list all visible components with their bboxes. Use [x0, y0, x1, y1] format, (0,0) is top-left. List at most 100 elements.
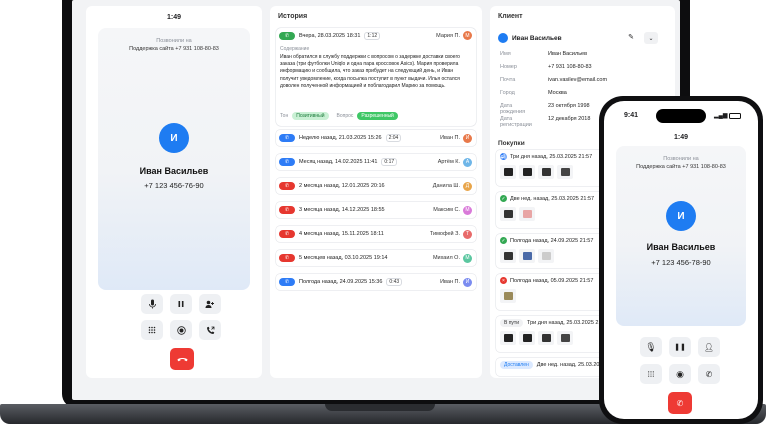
called-label: Позвонили на	[156, 38, 192, 44]
field-value: ivan.vasilev@email.com	[548, 77, 608, 83]
caller-phone: +7 123 456-76-90	[144, 181, 204, 190]
agent-name: Иван П.	[440, 135, 460, 141]
transfer-call-icon: ✆	[705, 369, 713, 379]
field-key: Имя	[500, 51, 511, 57]
incoming-call-icon: ✆	[279, 134, 295, 142]
agent-name: Данила Ш.	[432, 183, 460, 189]
phone-caller-phone: +7 123 456-78-90	[651, 258, 711, 267]
caller-card: Позвонили на Поддержка сайта +7 931 108-…	[98, 28, 250, 290]
battery-icon	[729, 112, 742, 119]
laptop-frame: 1:49 Позвонили на Поддержка сайта +7 931…	[62, 0, 690, 408]
keypad-button[interactable]	[141, 320, 163, 340]
check-icon: ✓	[500, 195, 507, 202]
field-value: Москва	[548, 90, 567, 96]
phone-called-line: Поддержка сайта +7 931 108-80-83	[636, 164, 726, 170]
product-thumbnail	[500, 249, 516, 263]
product-thumbnail	[557, 331, 573, 345]
hold-button[interactable]	[170, 294, 192, 314]
product-thumbnail	[500, 331, 516, 345]
incoming-call-icon: ✆	[279, 158, 295, 166]
history-row[interactable]: ✆ Неделю назад, 21.03.2025 15:26 2:04 Иван …	[276, 130, 476, 146]
client-name: Иван Васильев	[512, 34, 562, 42]
incoming-call-icon: ✆	[279, 278, 295, 286]
client-avatar	[498, 33, 508, 43]
status-clock: 9:41	[624, 112, 639, 119]
phone-keypad-button[interactable]: ⁞⁞⁞	[640, 364, 662, 384]
agent-avatar: А	[463, 157, 472, 167]
phone-hang-up-button[interactable]: ✆	[668, 392, 692, 414]
agent-name: Максим С.	[433, 207, 460, 213]
history-title: История	[278, 13, 308, 20]
keypad-icon: ⁞⁞⁞	[647, 369, 655, 379]
question-label: Вопрос	[336, 113, 354, 119]
keypad-icon	[148, 326, 156, 333]
agent-name: Михаил О.	[432, 255, 460, 261]
agent-avatar: Т	[463, 229, 472, 239]
history-row[interactable]: ✆ 3 месяца назад, 14.12.2025 18:55 Максим …	[276, 202, 476, 218]
call-date: Полгода назад, 24.09.2025 15:36	[299, 279, 383, 285]
missed-call-icon: ✆	[279, 254, 295, 262]
phone-screen: 9:41 ▂▄▆ 1:49 Позвонили на Поддержка сай…	[604, 101, 758, 419]
phone-hold-button[interactable]: ❚❚	[669, 337, 691, 357]
history-row[interactable]: ✆ Полгода назад, 24.09.2025 15:36 0:43 Иван…	[276, 274, 476, 290]
client-field: Имя Иван Васильев	[500, 51, 670, 57]
mute-button[interactable]	[141, 294, 163, 314]
record-icon	[176, 325, 186, 335]
call-date: 2 месяца назад, 12.01.2025 20:16	[299, 183, 385, 189]
tone-label: Тон	[280, 113, 289, 119]
purchase-status-badge: Доставлен	[500, 361, 533, 369]
call-duration: 0:43	[386, 278, 403, 286]
history-row[interactable]: ✆ Месяц назад, 14.02.2025 11:41 0:17 Артём …	[276, 154, 476, 170]
agent-name: Тимофей З.	[429, 231, 460, 237]
product-thumbnail	[500, 165, 516, 179]
laptop-screen: 1:49 Позвонили на Поддержка сайта +7 931…	[72, 0, 680, 400]
phone-call-timer: 1:49	[673, 134, 688, 141]
call-date: Месяц назад, 14.02.2025 11:41	[299, 159, 378, 165]
field-key: Номер	[500, 64, 517, 70]
agent-name: Мария П.	[436, 32, 460, 39]
history-row[interactable]: ✆ 4 месяца назад, 15.11.2025 18:11 Тимофей…	[276, 226, 476, 242]
hang-up-button[interactable]	[170, 348, 194, 370]
missed-call-icon: ✆	[279, 182, 295, 190]
question-badge: Разрешенный	[357, 112, 398, 120]
field-key: Город	[500, 90, 515, 96]
edit-icon[interactable]: ✎	[626, 32, 636, 42]
phone-mute-button[interactable]: 🎙︎	[640, 337, 662, 357]
call-date: Вчера, 28.03.2025 18:31	[299, 32, 361, 39]
field-value: +7 931 108-80-83	[548, 64, 592, 70]
missed-call-icon: ✆	[279, 230, 295, 238]
history-row[interactable]: ✆ 5 месяцев назад, 03.10.2025 19:14 Михаил…	[276, 250, 476, 266]
product-thumbnail	[500, 207, 516, 221]
chevron-down-icon[interactable]: ⌄	[644, 32, 658, 44]
field-key: Почта	[500, 77, 516, 83]
phone-frame: 9:41 ▂▄▆ 1:49 Позвонили на Поддержка сай…	[599, 96, 763, 424]
add-participant-button[interactable]	[199, 294, 221, 314]
call-timer: 1:49	[166, 14, 181, 21]
caller-avatar: И	[159, 123, 189, 153]
record-icon: ◉	[676, 368, 684, 379]
phone-caller-avatar: И	[666, 201, 696, 231]
purchase-date: Полгода назад, 24.09.2025 21:57	[510, 237, 594, 244]
field-key: Дата регистрации	[500, 116, 532, 128]
product-thumbnail	[519, 249, 535, 263]
add-user-icon	[205, 300, 214, 308]
purchase-date: Три дня назад, 25.03.2025 21:57	[527, 320, 610, 326]
history-expanded-item[interactable]: ✆ Вчера, 28.03.2025 18:31 1:12 Мария П. …	[276, 28, 476, 126]
phone-caller-card: Позвонили на Поддержка сайта +7 931 108-…	[616, 146, 746, 326]
transfer-button[interactable]	[199, 320, 221, 340]
record-button[interactable]	[170, 320, 192, 340]
agent-name: Иван П.	[440, 279, 460, 285]
agent-avatar: И	[463, 277, 472, 287]
history-row[interactable]: ✆ 2 месяца назад, 12.01.2025 20:16 Данила …	[276, 178, 476, 194]
field-value: 23 октября 1998	[548, 103, 590, 109]
agent-avatar: М	[463, 31, 472, 40]
active-call-panel: 1:49 Позвонили на Поддержка сайта +7 931…	[86, 6, 262, 378]
call-date: 5 месяцев назад, 03.10.2025 19:14	[299, 255, 388, 261]
phone-called-label: Позвонили на	[663, 156, 699, 162]
phone-transfer-button[interactable]: ✆	[698, 364, 720, 384]
phone-record-button[interactable]: ◉	[669, 364, 691, 384]
purchase-date: Две нед. назад, 25.03.2025 21:57	[510, 195, 595, 202]
phone-add-participant-button[interactable]: 👤︎	[698, 337, 720, 357]
dynamic-island	[656, 109, 706, 123]
product-thumbnail	[557, 165, 573, 179]
